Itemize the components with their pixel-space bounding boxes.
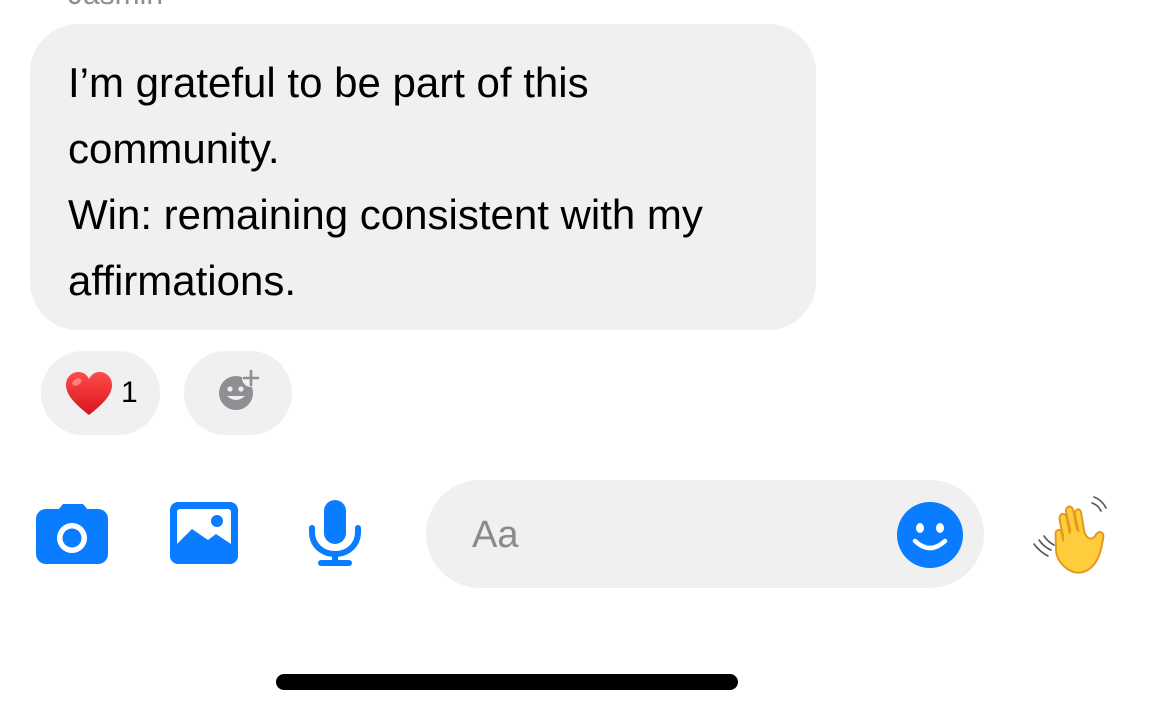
- message-line: I’m grateful to be part of this: [68, 59, 589, 106]
- wave-icon[interactable]: [1030, 494, 1114, 574]
- heart-reaction-pill[interactable]: 1: [41, 351, 160, 435]
- sender-name: Jasmin: [68, 0, 163, 12]
- message-bubble[interactable]: I’m grateful to be part of this communit…: [30, 24, 816, 330]
- heart-icon: [66, 372, 112, 415]
- message-line: community.: [68, 125, 280, 172]
- emoji-icon[interactable]: [896, 501, 964, 569]
- add-reaction-icon: [219, 369, 260, 410]
- message-input[interactable]: [470, 504, 874, 566]
- microphone-icon[interactable]: [306, 500, 364, 568]
- message-composer[interactable]: [426, 480, 984, 588]
- message-line: affirmations.: [68, 257, 296, 304]
- chat-screen: Jasmin I’m grateful to be part of this c…: [0, 0, 1152, 714]
- photo-icon[interactable]: [170, 502, 238, 564]
- camera-icon[interactable]: [36, 504, 110, 566]
- home-indicator[interactable]: [276, 674, 738, 690]
- add-reaction-button[interactable]: [184, 351, 292, 435]
- reaction-count: 1: [121, 376, 138, 409]
- message-line: Win: remaining consistent with my: [68, 191, 703, 238]
